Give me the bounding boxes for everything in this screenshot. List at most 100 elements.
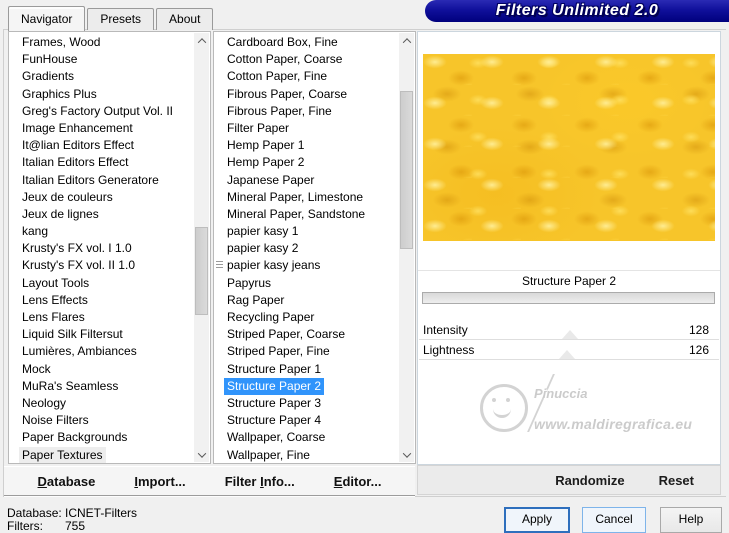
lightness-label: Lightness xyxy=(423,343,475,357)
lightness-slider[interactable]: Lightness 126 xyxy=(419,340,719,360)
slider-thumb-icon[interactable] xyxy=(561,330,578,339)
list-item[interactable]: Wallpaper, Coarse xyxy=(215,429,398,446)
list-item[interactable]: Mineral Paper, Sandstone xyxy=(215,206,398,223)
list-item[interactable]: Neology xyxy=(10,395,193,412)
list-item[interactable]: Filter Paper xyxy=(215,120,398,137)
scrollbar-thumb[interactable] xyxy=(195,227,208,315)
list-item[interactable]: Lumières, Ambiances xyxy=(10,343,193,360)
bottom-toolbar: Database Import... Filter Info... Editor… xyxy=(4,466,415,495)
list-item[interactable]: Structure Paper 3 xyxy=(215,395,398,412)
tab-about[interactable]: About xyxy=(156,8,214,30)
list-item[interactable]: Frames, Wood xyxy=(10,34,193,51)
list-item[interactable]: Image Enhancement xyxy=(10,120,193,137)
category-listbox[interactable]: Frames, Wood FunHouse Gradients Graphics Pl… xyxy=(8,31,211,464)
randomize-strip: Randomize Reset xyxy=(417,465,721,495)
divider xyxy=(418,270,720,271)
preview-caption: Structure Paper 2 xyxy=(521,274,617,288)
editor-button[interactable]: Editor... xyxy=(334,474,382,489)
filters-status-value: 755 xyxy=(65,519,86,533)
list-item[interactable]: Structure Paper 1 xyxy=(215,361,398,378)
status-area: Database: ICNET-Filters Filters: 755 xyxy=(7,507,137,533)
list-item[interactable]: Gradients xyxy=(10,68,193,85)
list-item[interactable]: Krusty's FX vol. II 1.0 xyxy=(10,257,193,274)
list-item[interactable]: Fibrous Paper, Coarse xyxy=(215,86,398,103)
list-item[interactable]: Krusty's FX vol. I 1.0 xyxy=(10,240,193,257)
preview-progress-bar xyxy=(422,292,715,304)
filters-status-label: Filters: xyxy=(7,519,43,533)
watermark: Pinuccia www.maldiregrafica.eu xyxy=(418,372,720,462)
import-button[interactable]: Import... xyxy=(134,474,185,489)
intensity-value: 128 xyxy=(688,323,709,337)
list-item[interactable]: FunHouse xyxy=(10,51,193,68)
list-item[interactable]: Fibrous Paper, Fine xyxy=(215,103,398,120)
preview-panel: Structure Paper 2 Intensity 128 Lightnes… xyxy=(417,31,721,465)
list-item[interactable]: Lens Effects xyxy=(10,292,193,309)
slider-thumb-icon[interactable] xyxy=(559,350,576,359)
tab-presets[interactable]: Presets xyxy=(87,8,155,30)
list-item[interactable]: Hemp Paper 1 xyxy=(215,137,398,154)
chevron-down-icon xyxy=(197,448,206,458)
list-item[interactable]: Striped Paper, Coarse xyxy=(215,326,398,343)
smiley-icon xyxy=(480,384,528,432)
list-item[interactable]: papier kasy 1 xyxy=(215,223,398,240)
list-item[interactable]: Structure Paper 2 xyxy=(215,377,398,395)
list-item[interactable]: Rag Paper xyxy=(215,292,398,309)
list-item[interactable]: Paper Textures xyxy=(10,446,193,463)
list-item[interactable]: Paper Backgrounds xyxy=(10,429,193,446)
scroll-down-button[interactable] xyxy=(194,447,209,462)
scrollbar-thumb[interactable] xyxy=(400,91,413,249)
drag-marker-icon xyxy=(216,261,223,271)
scroll-up-button[interactable] xyxy=(194,33,209,48)
scroll-down-button[interactable] xyxy=(399,447,414,462)
list-item[interactable]: Liquid Silk Filtersut xyxy=(10,326,193,343)
database-button[interactable]: Database xyxy=(38,474,96,489)
list-item[interactable]: papier kasy jeans xyxy=(215,257,398,274)
apply-button[interactable]: Apply xyxy=(504,507,570,533)
list-item[interactable]: Cotton Paper, Fine xyxy=(215,68,398,85)
list-item[interactable]: Structure Paper 4 xyxy=(215,412,398,429)
list-item[interactable]: Layout Tools xyxy=(10,275,193,292)
tab-bar: Navigator Presets About xyxy=(8,6,215,31)
list-item[interactable]: Graphics Plus xyxy=(10,86,193,103)
list-item[interactable]: MuRa's Seamless xyxy=(10,378,193,395)
filter-list: Cardboard Box, Fine Cotton Paper, Coarse C… xyxy=(215,34,398,462)
watermark-name: Pinuccia xyxy=(534,386,588,401)
list-item[interactable]: Jeux de couleurs xyxy=(10,189,193,206)
list-item[interactable]: Greg's Factory Output Vol. II xyxy=(10,103,193,120)
randomize-button[interactable]: Randomize xyxy=(555,473,624,488)
list-item[interactable]: Wallpaper, Fine xyxy=(215,447,398,464)
list-item[interactable]: Striped Paper, Fine xyxy=(215,343,398,360)
filter-listbox[interactable]: Cardboard Box, Fine Cotton Paper, Coarse C… xyxy=(213,31,416,464)
filter-scrollbar[interactable] xyxy=(399,33,414,462)
list-item[interactable]: Mineral Paper, Limestone xyxy=(215,189,398,206)
list-item[interactable]: Jeux de lignes xyxy=(10,206,193,223)
list-item[interactable]: papier kasy 2 xyxy=(215,240,398,257)
intensity-label: Intensity xyxy=(423,323,468,337)
chevron-down-icon xyxy=(402,448,411,458)
list-item[interactable]: Italian Editors Generatore xyxy=(10,172,193,189)
list-item[interactable]: Noise Filters xyxy=(10,412,193,429)
list-item[interactable]: Cotton Paper, Coarse xyxy=(215,51,398,68)
app-title: Filters Unlimited 2.0 xyxy=(495,2,659,19)
list-item[interactable]: kang xyxy=(10,223,193,240)
tab-navigator[interactable]: Navigator xyxy=(8,6,86,31)
list-item[interactable]: Mock xyxy=(10,361,193,378)
category-scrollbar[interactable] xyxy=(194,33,209,462)
reset-button[interactable]: Reset xyxy=(659,473,694,488)
scroll-up-button[interactable] xyxy=(399,33,414,48)
list-item[interactable]: It@lian Editors Effect xyxy=(10,137,193,154)
list-item[interactable]: Lens Flares xyxy=(10,309,193,326)
list-item[interactable]: Japanese Paper xyxy=(215,172,398,189)
list-item[interactable]: Italian Editors Effect xyxy=(10,154,193,171)
list-item[interactable]: Papyrus xyxy=(215,275,398,292)
help-button[interactable]: Help xyxy=(660,507,722,533)
list-item[interactable]: Hemp Paper 2 xyxy=(215,154,398,171)
watermark-url: www.maldiregrafica.eu xyxy=(534,416,693,432)
cancel-button[interactable]: Cancel xyxy=(582,507,646,533)
title-banner: Filters Unlimited 2.0 xyxy=(425,0,729,22)
filter-info-button[interactable]: Filter Info... xyxy=(225,474,295,489)
intensity-slider[interactable]: Intensity 128 xyxy=(419,320,719,340)
list-item[interactable]: Recycling Paper xyxy=(215,309,398,326)
list-item[interactable]: Cardboard Box, Fine xyxy=(215,34,398,51)
lightness-value: 126 xyxy=(688,343,709,357)
